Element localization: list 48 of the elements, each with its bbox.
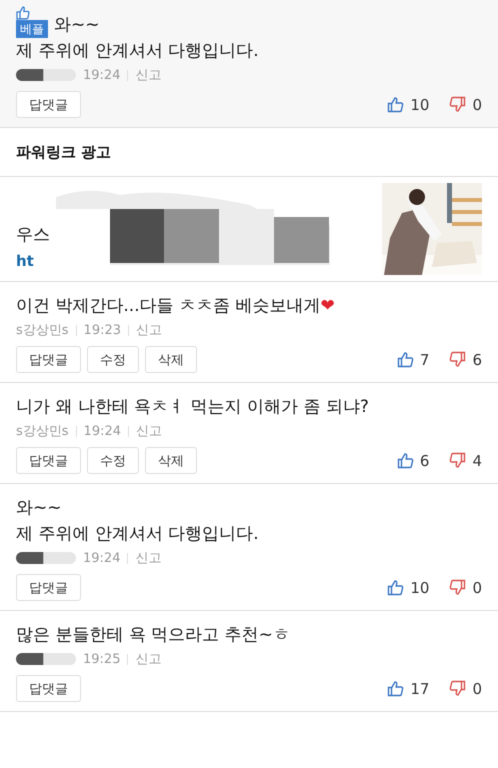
like-count[interactable]: 10 [410, 96, 430, 114]
thumbs-up-icon [16, 6, 30, 20]
reply-button[interactable]: 답댓글 [16, 574, 81, 601]
thumbs-up-icon [387, 680, 404, 697]
thumbs-down-icon [449, 452, 466, 469]
reply-button[interactable]: 답댓글 [16, 346, 81, 373]
dislike-count[interactable]: 0 [472, 578, 482, 596]
reply-button[interactable]: 답댓글 [16, 675, 81, 702]
comment-text: 제 주위에 안계셔서 다행입니다. [16, 524, 259, 544]
reply-button[interactable]: 답댓글 [16, 447, 81, 474]
thumbs-up-icon [387, 579, 404, 596]
thumbs-down-icon [449, 680, 466, 697]
dislike-count[interactable]: 0 [472, 96, 482, 114]
comment-text: 와~~ [54, 14, 100, 37]
dislike-count[interactable]: 0 [472, 680, 482, 698]
dislike-count[interactable]: 6 [472, 350, 482, 368]
thumbs-down-icon [449, 351, 466, 368]
ad-url[interactable]: ht [16, 252, 50, 270]
comment-time: 19:24 [83, 550, 120, 566]
thumbs-down-icon [449, 579, 466, 596]
comment-time: 19:24 [84, 424, 122, 438]
delete-button[interactable]: 삭제 [145, 447, 197, 474]
comment-text: 니가 왜 나한테 욕ㅊㅕ 먹는지 이해가 좀 되냐? [16, 397, 369, 417]
thumbs-up-icon [387, 96, 404, 113]
thumbs-down-icon [449, 96, 466, 113]
edit-button[interactable]: 수정 [87, 346, 139, 373]
like-count[interactable]: 10 [410, 578, 430, 596]
delete-button[interactable]: 삭제 [145, 346, 197, 373]
best-badge: 베플 [16, 20, 48, 38]
comment-time: 19:23 [84, 322, 122, 338]
comment-text: 제 주위에 안계셔서 다행입니다. [16, 41, 259, 61]
reply-button[interactable]: 답댓글 [16, 91, 81, 118]
like-count[interactable]: 7 [420, 350, 430, 368]
dislike-count[interactable]: 4 [472, 452, 482, 470]
comment-time: 19:25 [83, 652, 120, 666]
comment-time: 19:24 [83, 68, 120, 82]
author-name: s강상민s [16, 322, 69, 339]
thumbs-up-icon [396, 452, 414, 469]
section-title: 파워링크 광고 [0, 128, 498, 177]
author-name: s강상민s [16, 423, 69, 440]
edit-button[interactable]: 수정 [87, 447, 139, 474]
comment-text: 와~~ [16, 498, 62, 518]
like-count[interactable]: 6 [420, 452, 430, 470]
ad-title[interactable]: 우스 [16, 222, 50, 246]
like-count[interactable]: 17 [410, 680, 430, 698]
thumbs-up-icon [396, 351, 414, 368]
comment-text: 많은 분들한테 욕 먹으라고 추천~ㅎ [16, 625, 290, 645]
comment-text: 이건 박제간다...다들 ㅊㅊ좀 베슷보내게❤ [16, 296, 335, 316]
